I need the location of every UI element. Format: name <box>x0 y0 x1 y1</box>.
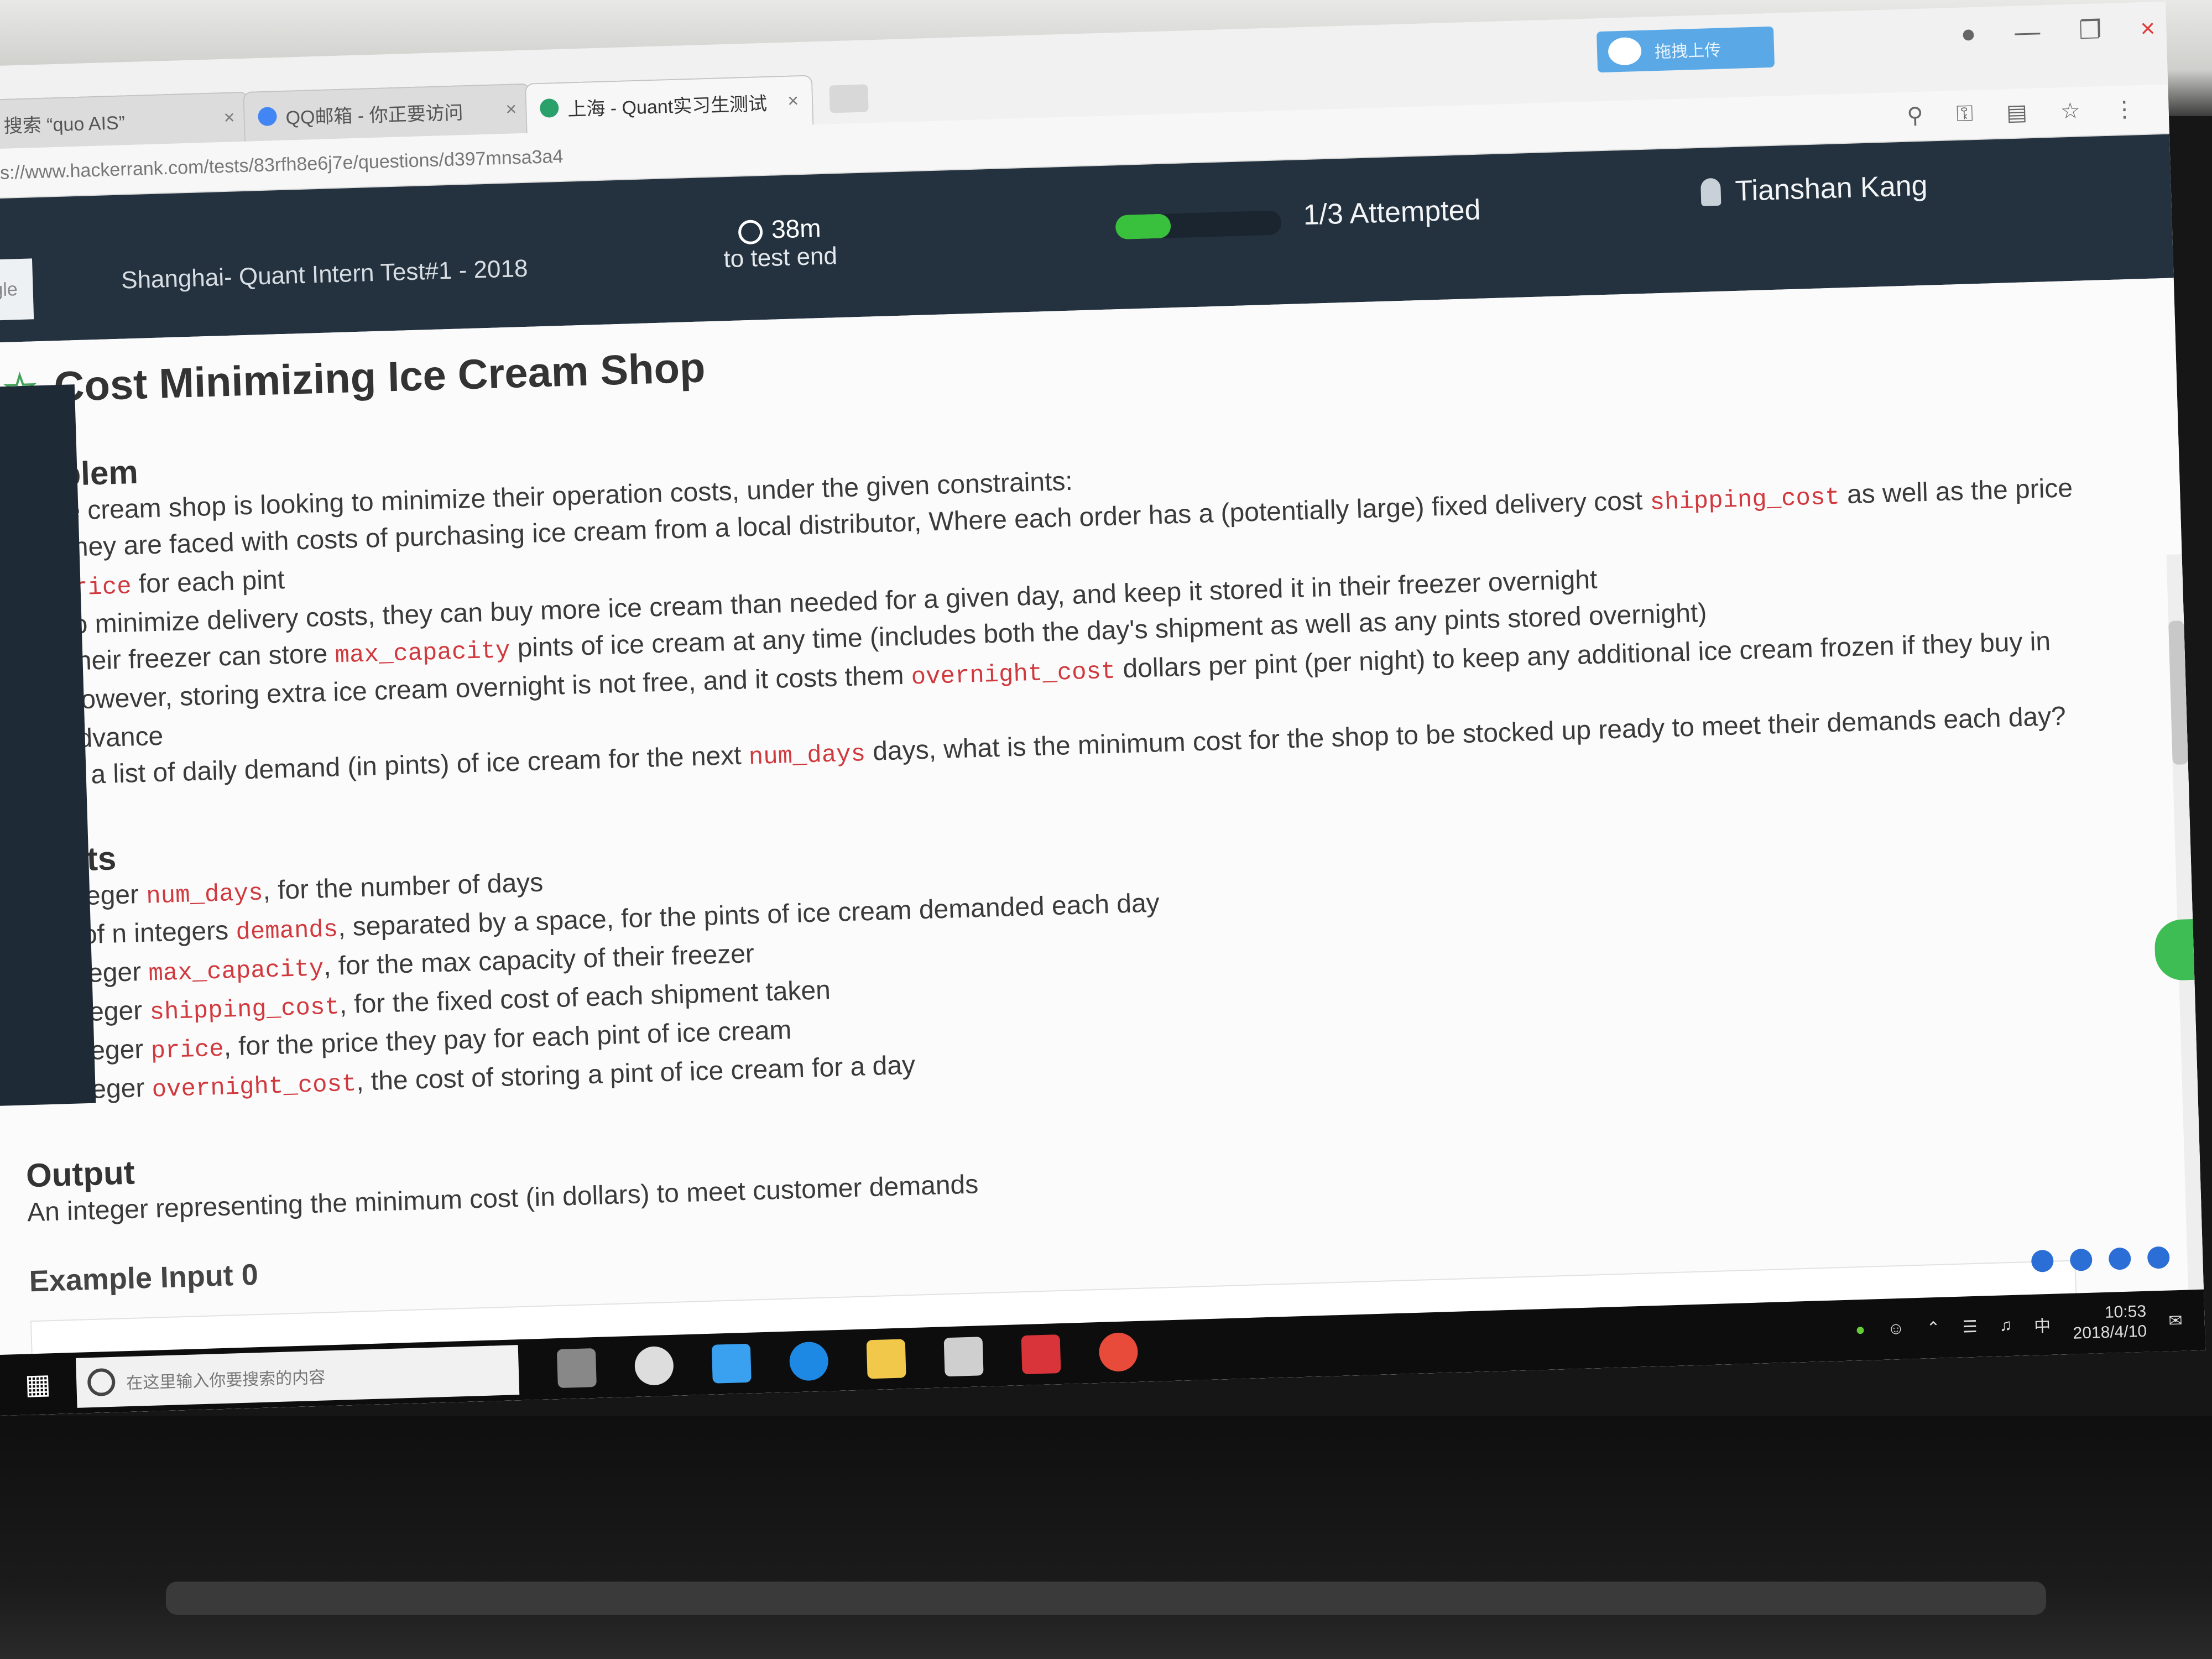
qq-mail-icon <box>258 107 278 127</box>
laptop-lip <box>166 1582 2046 1615</box>
text: for each pint <box>131 565 285 599</box>
text: Their freezer can store <box>60 639 336 677</box>
laptop-bezel <box>0 1416 2212 1659</box>
clock-time: 10:53 <box>2104 1302 2147 1322</box>
tab-qq-mail[interactable]: QQ邮箱 - 你正要访问 × <box>243 83 532 142</box>
tab-label: QQ邮箱 - 你正要访问 <box>285 102 464 129</box>
zoom-icon[interactable]: ⚲ <box>1907 103 1924 129</box>
account-icon[interactable]: ● <box>1960 18 1976 49</box>
close-icon[interactable]: × <box>787 90 799 112</box>
ime-icon[interactable] <box>2031 1249 2054 1272</box>
code-inline: num_days <box>145 879 264 911</box>
tab-search[interactable]: 搜索 “quo AIS” × <box>0 91 250 150</box>
mail-icon[interactable] <box>943 1337 984 1377</box>
user-name: Tianshan Kang <box>1734 169 1928 207</box>
code-inline: shipping_cost <box>149 993 340 1027</box>
minimize-icon[interactable]: — <box>2014 16 2041 46</box>
volume-icon[interactable]: ♫ <box>1999 1316 2012 1335</box>
key-icon[interactable]: ⚿ <box>1956 101 1974 127</box>
question-title-text: Cost Minimizing Ice Cream Shop <box>53 344 706 411</box>
laptop-screen: 搜索 “quo AIS” × QQ邮箱 - 你正要访问 × 上海 - Quant… <box>0 1 2206 1416</box>
system-tray: ● ☺ ⌃ ☰ ♫ 中 10:53 2018/4/10 ✉ <box>1855 1300 2205 1350</box>
code-inline: demands <box>235 916 338 947</box>
clock-date: 2018/4/10 <box>2073 1322 2147 1343</box>
translate-icon[interactable]: ▤ <box>2006 100 2027 126</box>
code-inline: overnight_cost <box>152 1070 357 1104</box>
progress-fill <box>1115 213 1171 240</box>
file-explorer-icon[interactable] <box>866 1339 906 1379</box>
company-logo: ogle <box>0 258 34 321</box>
code-inline: max_capacity <box>148 955 325 988</box>
tray-app-icon[interactable]: ● <box>1855 1321 1865 1340</box>
ime-icon[interactable] <box>2108 1247 2131 1270</box>
ime-toolbar <box>2031 1246 2170 1272</box>
url-text: https://www.hackerrank.com/tests/83rfh8e… <box>0 145 564 185</box>
side-feedback-tab[interactable] <box>2154 919 2195 982</box>
close-icon[interactable]: × <box>505 98 517 121</box>
restore-icon[interactable]: ❐ <box>2078 14 2102 45</box>
system-clock[interactable]: 10:53 2018/4/10 <box>2072 1302 2147 1344</box>
windows-start-icon[interactable]: ▦ <box>0 1353 77 1416</box>
code-inline: price <box>150 1035 225 1066</box>
question-panel: ☆ Cost Minimizing Ice Cream Shop Problem… <box>0 278 2206 1416</box>
hackerrank-icon <box>539 98 559 118</box>
close-window-icon[interactable]: × <box>2140 13 2156 43</box>
code-max-capacity: max_capacity <box>334 637 511 670</box>
code-shipping-cost: shipping_cost <box>1649 483 1840 517</box>
ime-icon[interactable] <box>2069 1248 2093 1271</box>
user-menu[interactable]: Tianshan Kang <box>1700 169 1928 209</box>
timer-caption: to test end <box>723 242 838 273</box>
text: , for the number of days <box>262 868 544 906</box>
attempted-status: 1/3 Attempted <box>1302 194 1481 232</box>
scrollbar-thumb[interactable] <box>2168 620 2188 765</box>
page-scrollbar[interactable] <box>2166 554 2206 1416</box>
bookmark-star-icon[interactable]: ☆ <box>2060 98 2080 124</box>
tab-label: 搜索 “quo AIS” <box>3 112 126 137</box>
task-view-icon[interactable] <box>556 1348 597 1389</box>
taskbar-search[interactable]: 在这里输入你要搜索的内容 <box>75 1345 520 1408</box>
store-icon[interactable] <box>711 1343 752 1384</box>
close-icon[interactable]: × <box>223 107 235 129</box>
pinned-apps <box>556 1332 1139 1389</box>
code-num-days: num_days <box>748 740 866 772</box>
app-icon[interactable] <box>634 1345 674 1386</box>
chevron-up-icon[interactable]: ⌃ <box>1926 1318 1940 1338</box>
ime-mode[interactable]: 中 <box>2033 1312 2051 1337</box>
new-tab-button[interactable] <box>829 84 869 113</box>
question-body: ☆ Cost Minimizing Ice Cream Shop Problem… <box>2 301 2168 1416</box>
code-overnight-cost: overnight_cost <box>911 658 1117 692</box>
people-icon[interactable]: ☺ <box>1887 1319 1905 1339</box>
ime-icon[interactable] <box>2147 1246 2170 1269</box>
upload-button[interactable]: 拖拽上传 <box>1597 26 1775 73</box>
edge-icon[interactable] <box>789 1341 829 1381</box>
timer-value: 38m <box>771 213 822 244</box>
cloud-icon <box>1608 36 1642 66</box>
cortana-icon <box>87 1368 116 1397</box>
network-icon[interactable]: ☰ <box>1962 1317 1978 1337</box>
taskbar-search-placeholder: 在这里输入你要搜索的内容 <box>126 1368 326 1393</box>
clock-icon <box>738 219 763 245</box>
text: as well as the price <box>1839 473 2073 510</box>
upload-label: 拖拽上传 <box>1654 41 1721 62</box>
tab-hackerrank[interactable]: 上海 - Quant实习生测试 × <box>524 75 814 133</box>
notification-icon[interactable]: ✉ <box>2168 1311 2183 1331</box>
test-name: Shanghai- Quant Intern Test#1 - 2018 <box>121 254 529 294</box>
tab-label: 上海 - Quant实习生测试 <box>567 93 768 121</box>
menu-icon[interactable]: ⋮ <box>2113 96 2136 122</box>
window-controls: ● — ❐ × <box>1960 13 2156 48</box>
chrome-icon[interactable] <box>1098 1332 1139 1372</box>
attempt-progress-bar <box>1115 210 1282 240</box>
app-red-icon[interactable] <box>1021 1334 1061 1375</box>
timer: 38m to test end <box>722 212 838 273</box>
user-icon <box>1700 178 1721 206</box>
